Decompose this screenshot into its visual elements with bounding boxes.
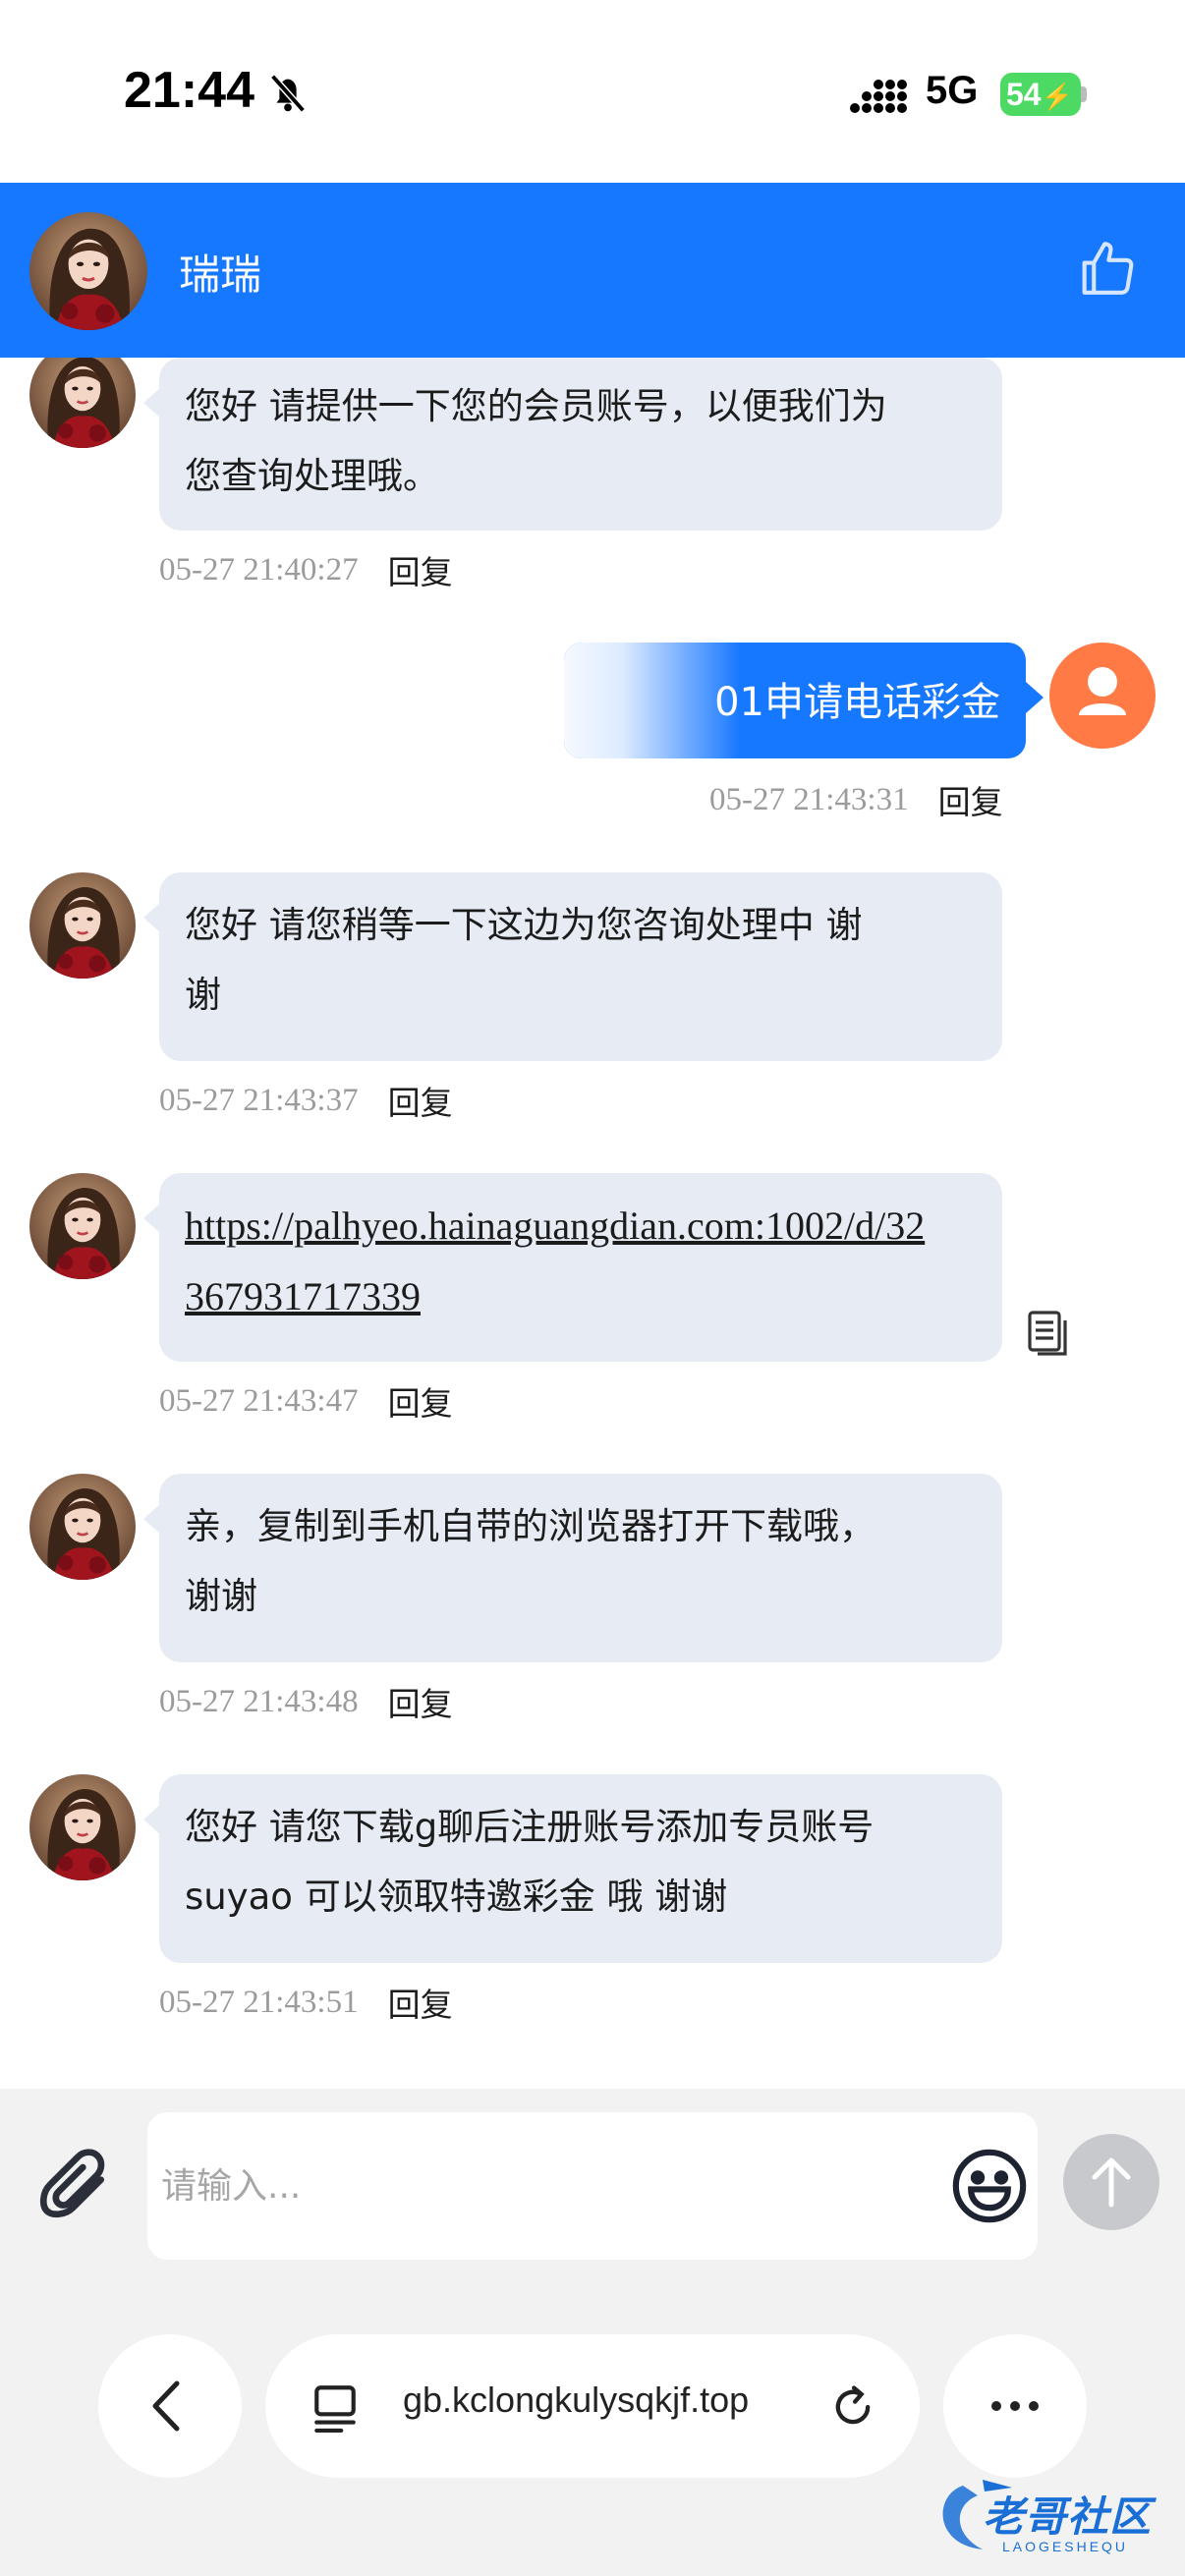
reply-button[interactable]: 回复 [388, 546, 453, 593]
emoji-icon[interactable] [949, 2146, 1030, 2226]
reply-button[interactable]: 回复 [388, 1678, 453, 1725]
message-meta: 05-27 21:40:27 回复 [159, 546, 453, 593]
battery-tip [1081, 86, 1087, 102]
arrow-up-icon [1092, 2157, 1131, 2208]
message-meta: 05-27 21:43:31 回复 [709, 776, 1003, 823]
message-time: 05-27 21:43:48 [159, 1683, 359, 1719]
agent-avatar-image [29, 212, 147, 330]
message-input[interactable] [161, 2152, 928, 2220]
watermark-text: 老哥社区 [983, 2492, 1153, 2541]
charging-icon: ⚡ [1041, 82, 1073, 111]
message-input-container [147, 2112, 1038, 2260]
agent-avatar[interactable] [29, 212, 147, 330]
bubble-tail [1026, 682, 1044, 713]
copy-icon[interactable] [1026, 1309, 1069, 1358]
message-avatar-image [29, 1474, 136, 1580]
message-meta: 05-27 21:43:48 回复 [159, 1678, 453, 1725]
message-bubble: 您好 请您下载g聊后注册账号添加专员账号 suyao 可以领取特邀彩金 哦 谢谢 [143, 1774, 1002, 1963]
message-bubble: 亲，复制到手机自带的浏览器打开下载哦， 谢谢 [143, 1474, 1002, 1662]
message-text-line: 谢 [185, 974, 221, 1016]
message-bubble: https://palhyeo.hainaguangdian.com:1002/… [143, 1173, 1002, 1362]
reply-button[interactable]: 回复 [388, 1979, 453, 2026]
message-text-line: suyao 可以领取特邀彩金 哦 谢谢 [185, 1876, 728, 1918]
message-text-line: 亲，复制到手机自带的浏览器打开下载哦， [185, 1505, 875, 1547]
chevron-left-icon [152, 2380, 180, 2432]
status-time: 21:44 [124, 62, 254, 119]
message-text-line: 您好 请提供一下您的会员账号，以便我们为 [185, 385, 887, 427]
bell-off-icon [270, 74, 306, 113]
message-avatar [29, 1173, 136, 1279]
message-time: 05-27 21:43:51 [159, 1984, 359, 2020]
message-avatar-image [29, 1774, 136, 1880]
back-button[interactable] [98, 2334, 242, 2478]
battery-indicator: 54⚡ [1000, 73, 1081, 116]
tabs-icon[interactable] [310, 2381, 360, 2433]
status-bar: 21:44 5G 54⚡ [0, 0, 1185, 183]
watermark-subtext: LAOGESHEQU [1002, 2539, 1129, 2554]
message-time: 05-27 21:40:27 [159, 551, 359, 588]
reply-button[interactable]: 回复 [938, 776, 1003, 823]
chat-header-overlay: 瑞瑞 [0, 183, 1185, 358]
network-type: 5G [926, 69, 979, 112]
message-meta: 05-27 21:43:37 回复 [159, 1077, 453, 1124]
message-time: 05-27 21:43:47 [159, 1382, 359, 1419]
message-avatar [29, 1474, 136, 1580]
user-avatar [1049, 643, 1156, 749]
message-text-line: 谢谢 [185, 1575, 257, 1617]
message-text-line: 您好 请您稍等一下这边为您咨询处理中 谢 [185, 904, 863, 946]
message-time: 05-27 21:43:31 [709, 781, 909, 817]
message-avatar-image [29, 872, 136, 979]
message-text-line: 您查询处理哦。 [185, 455, 439, 497]
message-avatar [29, 1774, 136, 1880]
reply-button[interactable]: 回复 [388, 1377, 453, 1425]
message-bubble: 您好 请提供一下您的会员账号，以便我们为 您查询处理哦。 [143, 358, 1002, 531]
message-avatar [29, 342, 136, 448]
paperclip-icon[interactable] [35, 2144, 114, 2222]
send-button[interactable] [1063, 2134, 1159, 2230]
message-meta: 05-27 21:43:47 回复 [159, 1377, 453, 1425]
cellular-signal-icon [850, 80, 907, 113]
address-bar[interactable]: gb.kclongkulysqkjf.top [265, 2334, 920, 2478]
more-icon [991, 2401, 1039, 2411]
more-options-button[interactable] [943, 2334, 1087, 2478]
reload-icon[interactable] [827, 2381, 878, 2433]
message-text: 01申请电话彩金 [714, 680, 1000, 725]
message-bubble: 您好 请您稍等一下这边为您咨询处理中 谢 谢 [143, 872, 1002, 1061]
reply-button[interactable]: 回复 [388, 1077, 453, 1124]
message-avatar-image [29, 342, 136, 448]
message-link-line[interactable]: 367931717339 [185, 1274, 421, 1318]
message-meta: 05-27 21:43:51 回复 [159, 1979, 453, 2026]
user-icon [1079, 667, 1126, 715]
thumbs-up-icon[interactable] [1075, 234, 1140, 303]
message-avatar [29, 872, 136, 979]
message-time: 05-27 21:43:37 [159, 1082, 359, 1118]
message-link-line[interactable]: https://palhyeo.hainaguangdian.com:1002/… [185, 1204, 925, 1248]
url-text: gb.kclongkulysqkjf.top [403, 2380, 750, 2420]
agent-name: 瑞瑞 [179, 251, 262, 299]
redacted-area [564, 643, 741, 758]
user-message-bubble: 01申请电话彩金 [564, 643, 1026, 758]
message-avatar-image [29, 1173, 136, 1279]
message-input-bar [0, 2089, 1185, 2287]
message-text-line: 您好 请您下载g聊后注册账号添加专员账号 [185, 1806, 875, 1848]
battery-level: 54 [1006, 77, 1042, 112]
